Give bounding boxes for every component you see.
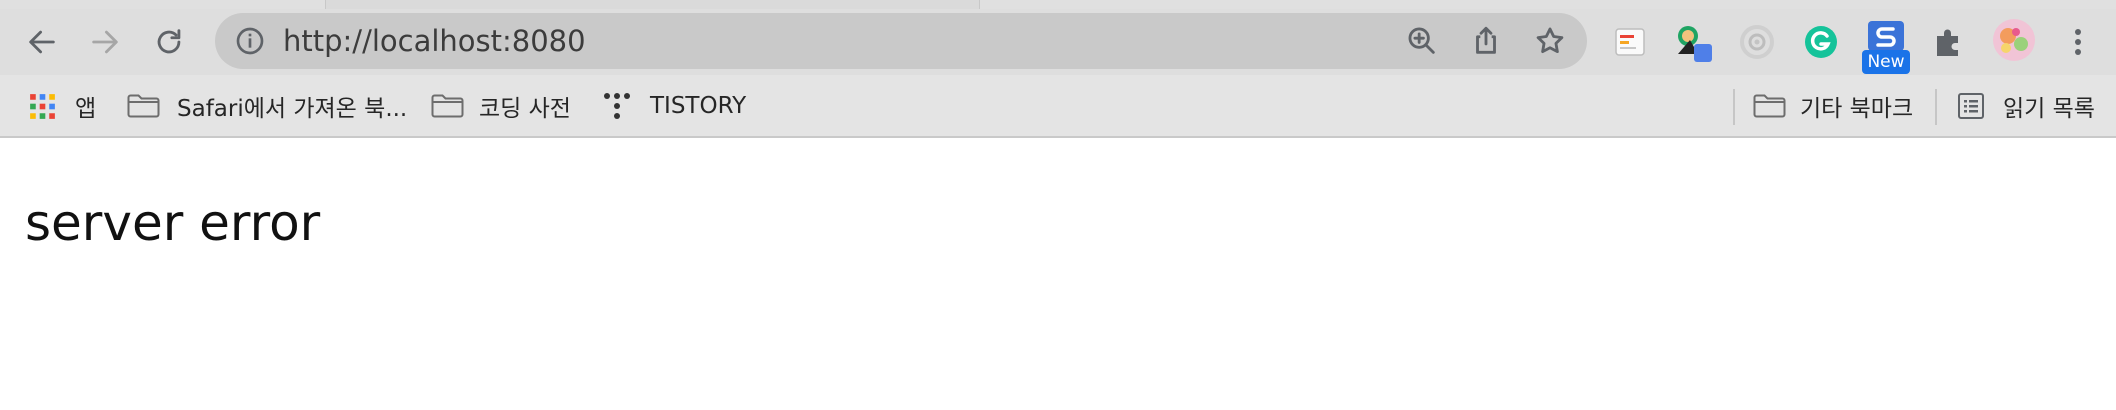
reading-list-label: 읽기 목록 — [2003, 96, 2095, 122]
profile-extension-icon[interactable] — [1672, 22, 1712, 62]
other-bookmarks-label: 기타 북마크 — [1800, 96, 1914, 122]
folder-icon — [431, 94, 464, 118]
reading-list-icon — [1958, 93, 1984, 119]
menu-dots-icon[interactable] — [2058, 22, 2098, 62]
target-extension-icon[interactable] — [1737, 22, 1777, 62]
bookmarks-bar: 앱 Safari에서 가져온 북... 코딩 사전 TISTORY 기타 북마크… — [0, 75, 2116, 138]
bookmark-apps[interactable]: 앱 — [29, 89, 96, 123]
arrow-right-icon — [92, 30, 118, 54]
other-bookmarks[interactable]: 기타 북마크 — [1753, 89, 1913, 123]
page-content: server error — [0, 140, 2116, 410]
bookmark-folder-coding[interactable]: 코딩 사전 — [431, 89, 571, 123]
browser-toolbar: http://localhost:8080 New — [0, 9, 2116, 75]
reading-list[interactable]: 읽기 목록 — [1957, 89, 2095, 123]
extensions-puzzle-icon[interactable] — [1929, 22, 1969, 62]
folder-icon — [1753, 94, 1786, 118]
reload-button[interactable] — [144, 17, 194, 67]
calendar-extension-icon[interactable] — [1610, 22, 1650, 62]
back-button[interactable] — [17, 17, 67, 67]
bookmarks-separator — [1935, 89, 1937, 125]
bookmark-star-icon[interactable] — [1533, 24, 1567, 58]
bookmark-label: TISTORY — [650, 93, 747, 119]
bookmarks-separator — [1733, 89, 1735, 125]
folder-icon — [127, 94, 160, 118]
grammarly-icon[interactable] — [1801, 22, 1841, 62]
bookmark-tistory[interactable]: TISTORY — [603, 89, 746, 123]
bookmark-folder-safari[interactable]: Safari에서 가져온 북... — [127, 89, 407, 123]
apps-grid-icon — [30, 93, 55, 119]
zoom-icon[interactable] — [1405, 24, 1439, 58]
arrow-left-icon — [29, 30, 55, 54]
reload-icon — [157, 29, 181, 54]
apps-label: 앱 — [75, 96, 97, 122]
share-icon[interactable] — [1469, 24, 1503, 58]
info-icon[interactable] — [234, 25, 266, 57]
bookmark-label: 코딩 사전 — [479, 96, 571, 122]
tistory-icon — [604, 93, 630, 119]
avatar[interactable] — [1992, 18, 2036, 62]
address-bar[interactable]: http://localhost:8080 — [215, 13, 1587, 69]
forward-button[interactable] — [80, 17, 130, 67]
new-badge: New — [1862, 50, 1910, 74]
tab-strip — [0, 0, 2116, 9]
bookmark-label: Safari에서 가져온 북... — [177, 96, 408, 122]
url-text[interactable]: http://localhost:8080 — [283, 13, 586, 69]
error-message: server error — [25, 194, 321, 252]
active-tab-edge[interactable] — [325, 0, 980, 9]
